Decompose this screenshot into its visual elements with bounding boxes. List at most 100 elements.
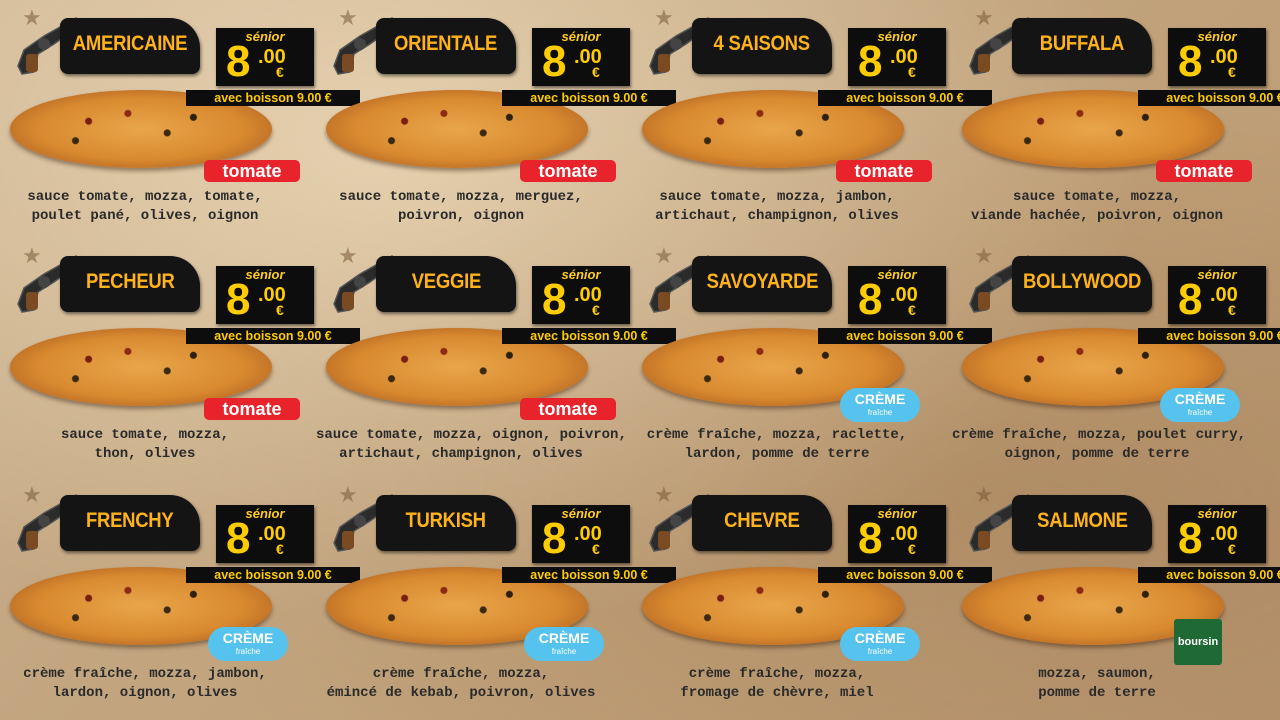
price-main: 8	[858, 275, 883, 324]
price-currency: €	[1228, 64, 1236, 80]
ingredients-line-1: mozza, saumon,	[1038, 666, 1156, 682]
combo-price: avec boisson 9.00 €	[1138, 567, 1280, 583]
ingredients-line-2: artichaut, champignon, olives	[339, 446, 583, 462]
price-main: 8	[858, 37, 883, 86]
boursin-cheese-badge: boursin	[1174, 619, 1222, 665]
price-badge: sénior 8 .00 €	[532, 505, 630, 563]
ingredients: crème fraîche, mozza, fromage de chèvre,…	[632, 665, 922, 703]
ingredients: sauce tomate, mozza, merguez, poivron, o…	[316, 188, 606, 226]
pizza-card-salmone[interactable]: ★ SALMONE sénior 8 .00 € avec boisson 9.…	[952, 477, 1280, 717]
pizza-name: SALMONE	[1036, 509, 1128, 532]
creme-label: CRÈME	[854, 630, 906, 646]
pizza-card-frenchy[interactable]: ★ FRENCHY sénior 8 .00 € avec boisson 9.…	[0, 477, 360, 717]
price-main: 8	[542, 37, 567, 86]
sauce-tomate-badge: tomate	[520, 398, 616, 420]
sauce-creme-badge: CRÈME fraîche	[1160, 388, 1240, 422]
pizza-name: ORIENTALE	[394, 32, 498, 55]
pizza-card-orientale[interactable]: ★ ORIENTALE sénior 8 .00 € avec boisson …	[316, 0, 676, 240]
pizza-name-plate: VEGGIE	[376, 256, 516, 312]
pizza-name-plate: BUFFALA	[1012, 18, 1152, 74]
pizza-name: CHEVRE	[724, 509, 800, 532]
sauce-creme-badge: CRÈME fraîche	[840, 627, 920, 661]
pizza-name-plate: BOLLYWOOD	[1012, 256, 1152, 312]
sauce-creme-badge: CRÈME fraîche	[208, 627, 288, 661]
ingredients: sauce tomate, mozza, viande hachée, poiv…	[952, 188, 1242, 226]
ingredients-line-1: sauce tomate, mozza, tomate,	[27, 189, 263, 205]
fraiche-label: fraîche	[867, 408, 893, 417]
price-badge: sénior 8 .00 €	[216, 505, 314, 563]
price-badge: sénior 8 .00 €	[216, 266, 314, 324]
sauce-creme-badge: CRÈME fraîche	[840, 388, 920, 422]
pizza-card-buffala[interactable]: ★ BUFFALA sénior 8 .00 € avec boisson 9.…	[952, 0, 1280, 240]
price-main: 8	[1178, 275, 1203, 324]
combo-price: avec boisson 9.00 €	[1138, 90, 1280, 106]
sauce-tomate-badge: tomate	[836, 160, 932, 182]
pizza-card-bollywood[interactable]: ★ BOLLYWOOD sénior 8 .00 € avec boisson …	[952, 238, 1280, 478]
ingredients-line-2: fromage de chèvre, miel	[680, 685, 874, 701]
ingredients-line-2: pomme de terre	[1038, 685, 1156, 701]
sauce-tomate-badge: tomate	[520, 160, 616, 182]
price-currency: €	[592, 541, 600, 557]
price-currency: €	[276, 541, 284, 557]
price-badge: sénior 8 .00 €	[532, 266, 630, 324]
price-main: 8	[542, 275, 567, 324]
price-currency: €	[276, 302, 284, 318]
ingredients: sauce tomate, mozza, jambon, artichaut, …	[632, 188, 922, 226]
ingredients-line-2: poulet pané, olives, oignon	[31, 208, 259, 224]
price-badge: sénior 8 .00 €	[1168, 28, 1266, 86]
price-main: 8	[1178, 514, 1203, 563]
price-badge: sénior 8 .00 €	[1168, 505, 1266, 563]
pizza-card-americaine[interactable]: ★ AMERICAINE sénior 8 .00 € avec boisson…	[0, 0, 360, 240]
price-main: 8	[542, 514, 567, 563]
creme-label: CRÈME	[222, 630, 274, 646]
pizza-name: SAVOYARDE	[706, 270, 818, 293]
pizza-card-pecheur[interactable]: ★ PECHEUR sénior 8 .00 € avec boisson 9.…	[0, 238, 360, 478]
fraiche-label: fraîche	[867, 647, 893, 656]
pizza-menu-grid: ★ AMERICAINE sénior 8 .00 € avec boisson…	[0, 0, 1280, 720]
price-currency: €	[908, 541, 916, 557]
ingredients-line-2: lardon, pomme de terre	[684, 446, 870, 462]
price-badge: sénior 8 .00 €	[848, 28, 946, 86]
ingredients-line-2: émincé de kebab, poivron, olives	[326, 685, 596, 701]
ingredients-line-2: artichaut, champignon, olives	[655, 208, 899, 224]
sauce-creme-badge: CRÈME fraîche	[524, 627, 604, 661]
sauce-tomate-badge: tomate	[204, 160, 300, 182]
ingredients: sauce tomate, mozza, thon, olives	[0, 426, 290, 464]
pizza-name: BOLLYWOOD	[1022, 270, 1142, 293]
pizza-name: VEGGIE	[411, 270, 481, 293]
pizza-name: PECHEUR	[85, 270, 175, 293]
creme-label: CRÈME	[538, 630, 590, 646]
price-main: 8	[226, 37, 251, 86]
price-badge: sénior 8 .00 €	[848, 266, 946, 324]
pizza-card-savoyarde[interactable]: ★ SAVOYARDE sénior 8 .00 € avec boisson …	[632, 238, 992, 478]
price-badge: sénior 8 .00 €	[1168, 266, 1266, 324]
pizza-name: FRENCHY	[86, 509, 174, 532]
price-badge: sénior 8 .00 €	[216, 28, 314, 86]
pizza-card-turkish[interactable]: ★ TURKISH sénior 8 .00 € avec boisson 9.…	[316, 477, 676, 717]
fraiche-label: fraîche	[235, 647, 261, 656]
pizza-card-veggie[interactable]: ★ VEGGIE sénior 8 .00 € avec boisson 9.0…	[316, 238, 676, 478]
price-main: 8	[1178, 37, 1203, 86]
ingredients: mozza, saumon, pomme de terre	[952, 665, 1242, 703]
ingredients-line-1: sauce tomate, mozza, oignon, poivron,	[316, 427, 627, 443]
pizza-name-plate: FRENCHY	[60, 495, 200, 551]
ingredients: crème fraîche, mozza, poulet curry, oign…	[952, 426, 1246, 464]
ingredients-line-1: sauce tomate, mozza,	[60, 427, 230, 443]
pizza-name-plate: CHEVRE	[692, 495, 832, 551]
ingredients-line-2: viande hachée, poivron, oignon	[970, 208, 1224, 224]
pizza-name-plate: AMERICAINE	[60, 18, 200, 74]
price-badge: sénior 8 .00 €	[848, 505, 946, 563]
pizza-name: TURKISH	[405, 509, 487, 532]
pizza-name-plate: TURKISH	[376, 495, 516, 551]
creme-label: CRÈME	[1174, 391, 1226, 407]
ingredients: sauce tomate, mozza, tomate, poulet pané…	[0, 188, 290, 226]
pizza-name-plate: ORIENTALE	[376, 18, 516, 74]
pizza-name-plate: 4 SAISONS	[692, 18, 832, 74]
ingredients: crème fraîche, mozza, jambon, lardon, oi…	[0, 665, 290, 703]
price-main: 8	[226, 514, 251, 563]
pizza-card-4-saisons[interactable]: ★ 4 SAISONS sénior 8 .00 € avec boisson …	[632, 0, 992, 240]
pizza-card-chevre[interactable]: ★ CHEVRE sénior 8 .00 € avec boisson 9.0…	[632, 477, 992, 717]
price-currency: €	[592, 64, 600, 80]
ingredients-line-1: sauce tomate, mozza, merguez,	[339, 189, 583, 205]
pizza-name-plate: PECHEUR	[60, 256, 200, 312]
